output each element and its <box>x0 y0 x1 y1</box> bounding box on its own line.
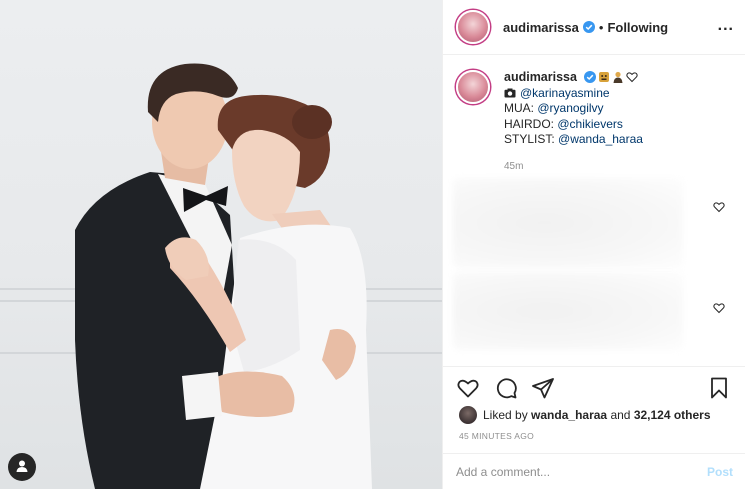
heart-outline-emoji-icon <box>626 72 638 83</box>
avatar[interactable] <box>456 70 490 104</box>
comment-bubble-icon[interactable] <box>494 376 518 400</box>
user-tag-button[interactable] <box>8 453 36 481</box>
post-photo[interactable] <box>0 0 442 489</box>
likes-summary: Liked by wanda_haraa and 32,124 others <box>459 406 711 424</box>
blurred-comment <box>453 272 683 350</box>
post-comment-button[interactable]: Post <box>707 465 733 479</box>
mua-label: MUA: <box>504 101 534 115</box>
post-header: audimarissa • Following ... <box>443 0 745 55</box>
caption-body: audimarissa @karinayasmine MUA: @ryanogi… <box>504 70 643 174</box>
divider <box>443 366 745 367</box>
like-heart-icon[interactable] <box>456 376 480 400</box>
stylist-mention[interactable]: @wanda_haraa <box>558 132 643 146</box>
verified-badge-icon <box>584 71 597 83</box>
comment-form: Post <box>443 453 745 489</box>
avatar[interactable] <box>459 406 477 424</box>
likes-joiner: and <box>610 408 631 422</box>
person-silhouette-icon <box>15 459 29 476</box>
camera-icon <box>504 88 516 97</box>
following-button[interactable]: Following <box>607 20 668 35</box>
separator-dot: • <box>598 19 604 35</box>
post-caption: audimarissa @karinayasmine MUA: @ryanogi… <box>456 70 736 174</box>
likes-prefix: Liked by <box>483 408 528 422</box>
verified-badge-icon <box>582 21 595 33</box>
comment-like-heart-icon[interactable] <box>713 302 725 314</box>
caption-time: 45m <box>504 160 524 172</box>
hairdo-label: HAIRDO: <box>504 116 555 131</box>
blurred-comment <box>453 178 683 268</box>
comment-like-heart-icon[interactable] <box>713 201 725 213</box>
photo-credit-mention[interactable]: @karinayasmine <box>520 86 610 100</box>
likes-user[interactable]: wanda_haraa <box>531 408 607 422</box>
avatar[interactable] <box>456 10 490 44</box>
caption-username[interactable]: audimarissa <box>504 70 577 84</box>
caption-emojis <box>584 71 638 83</box>
couple-photo-illustration <box>75 63 372 489</box>
post-side-panel: audimarissa • Following ... audimarissa … <box>442 0 745 489</box>
comment-input[interactable] <box>456 464 707 479</box>
share-paper-plane-icon[interactable] <box>531 376 555 400</box>
more-options-icon[interactable]: ... <box>718 17 734 35</box>
save-bookmark-icon[interactable] <box>707 376 731 400</box>
mua-mention[interactable]: @ryanogilvy <box>537 101 603 115</box>
hairdo-mention[interactable]: @chikievers <box>557 117 623 131</box>
gorilla-emoji-icon <box>599 72 610 82</box>
likes-count[interactable]: 32,124 others <box>634 408 711 422</box>
person-emoji-icon <box>613 71 623 83</box>
stylist-label: STYLIST: <box>504 132 555 146</box>
post-timestamp[interactable]: 45 MINUTES AGO <box>459 431 534 441</box>
header-username[interactable]: audimarissa <box>503 20 579 35</box>
